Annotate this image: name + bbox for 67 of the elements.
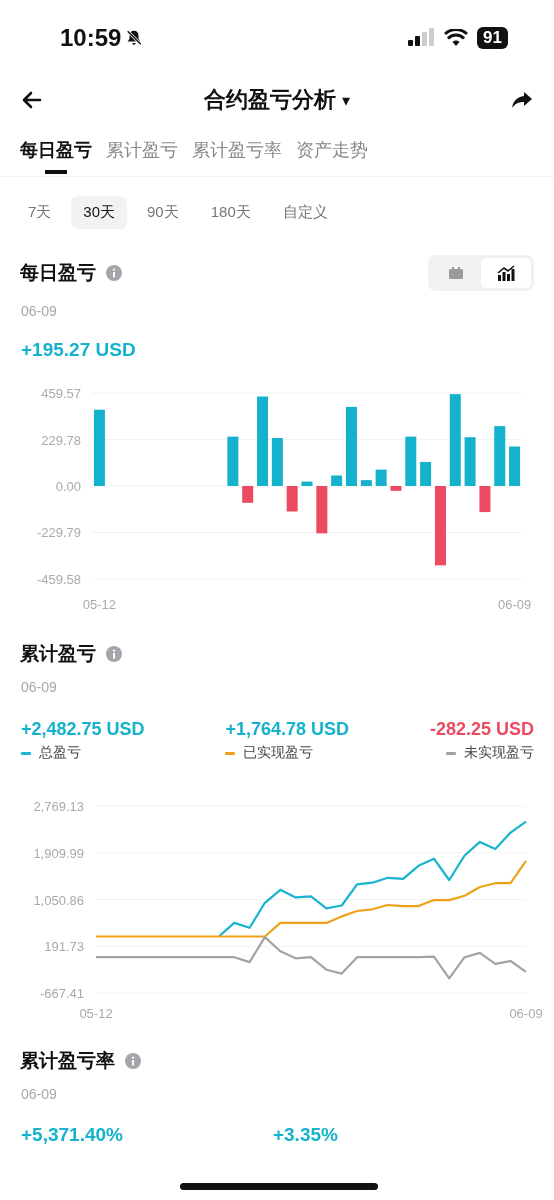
axis-label: -459.58 (36, 572, 81, 587)
clock-time: 10:59 (60, 23, 122, 52)
section-title: 累计盈亏率 (20, 1049, 115, 1073)
bar (464, 437, 476, 486)
date-label: 06-09 (20, 678, 58, 695)
bar (375, 469, 387, 486)
axis-label: 05-12 (82, 597, 117, 612)
section-title: 累计盈亏 (20, 642, 96, 666)
rate-value: +5,371.40% (21, 1124, 123, 1146)
bar (286, 486, 298, 512)
axis-label: 229.78 (41, 432, 81, 448)
tab[interactable]: 资产走势 (296, 130, 368, 176)
bar (227, 436, 239, 486)
bar (331, 475, 343, 486)
date-label: 06-09 (20, 302, 58, 319)
info-icon[interactable] (106, 646, 122, 662)
info-icon[interactable] (125, 1053, 141, 1069)
period-chip[interactable]: 7天 (16, 196, 64, 229)
axis-label: -667.41 (39, 986, 84, 1001)
chart-view-button[interactable] (481, 258, 531, 288)
info-icon[interactable] (106, 265, 122, 281)
rate-value: +3.35% (272, 1124, 338, 1146)
axis-label: 05-12 (79, 1006, 113, 1021)
bar (242, 486, 254, 503)
period-chip[interactable]: 自定义 (270, 196, 340, 229)
axis-label: 06-09 (509, 1006, 543, 1021)
tab[interactable]: 累计盈亏率 (192, 130, 282, 176)
muted-bell-icon (125, 28, 144, 47)
calendar-icon (448, 266, 464, 280)
chart-icon (497, 265, 515, 281)
bar (360, 480, 372, 486)
bar (390, 486, 402, 491)
bar (420, 461, 432, 486)
date-label: 06-09 (20, 1085, 58, 1102)
signal-icon (407, 27, 436, 48)
axis-label: 191.73 (44, 939, 84, 955)
bar (316, 486, 328, 534)
axis-label: 459.57 (41, 386, 81, 401)
bar (479, 486, 491, 513)
legend-label: 总盈亏 (39, 744, 81, 762)
period-chip[interactable]: 30天 (71, 196, 128, 229)
axis-label: 0.00 (55, 479, 81, 494)
pnl-value: -282.25 USD (429, 719, 534, 740)
daily-pnl-value: +195.27 USD (20, 338, 137, 361)
axis-label: 06-09 (497, 597, 532, 612)
axis-label: 1,050.86 (33, 892, 84, 908)
legend-label: 未实现盈亏 (464, 744, 534, 762)
axis-label: 1,909.99 (33, 845, 84, 861)
dropdown-caret[interactable]: ▾ (342, 90, 350, 110)
bar (494, 426, 506, 486)
battery-level: 91 (477, 26, 508, 49)
legend-label: 已实现盈亏 (243, 744, 314, 762)
wifi-icon (444, 28, 469, 47)
period-chip[interactable]: 180天 (198, 196, 263, 229)
pnl-value: +2,482.75 USD (21, 719, 145, 740)
tab[interactable]: 累计盈亏 (106, 130, 178, 176)
bar (301, 481, 313, 486)
pnl-value: +1,764.78 USD (225, 719, 350, 740)
tab[interactable]: 每日盈亏 (20, 130, 92, 176)
bar (271, 438, 283, 486)
bar (405, 436, 417, 486)
section-title: 每日盈亏 (20, 261, 96, 285)
axis-label: -229.79 (36, 525, 81, 541)
page-title[interactable]: 合约盈亏分析 (204, 85, 336, 115)
period-chip[interactable]: 90天 (135, 196, 191, 229)
axis-label: 2,769.13 (33, 799, 84, 814)
bar (509, 446, 521, 486)
